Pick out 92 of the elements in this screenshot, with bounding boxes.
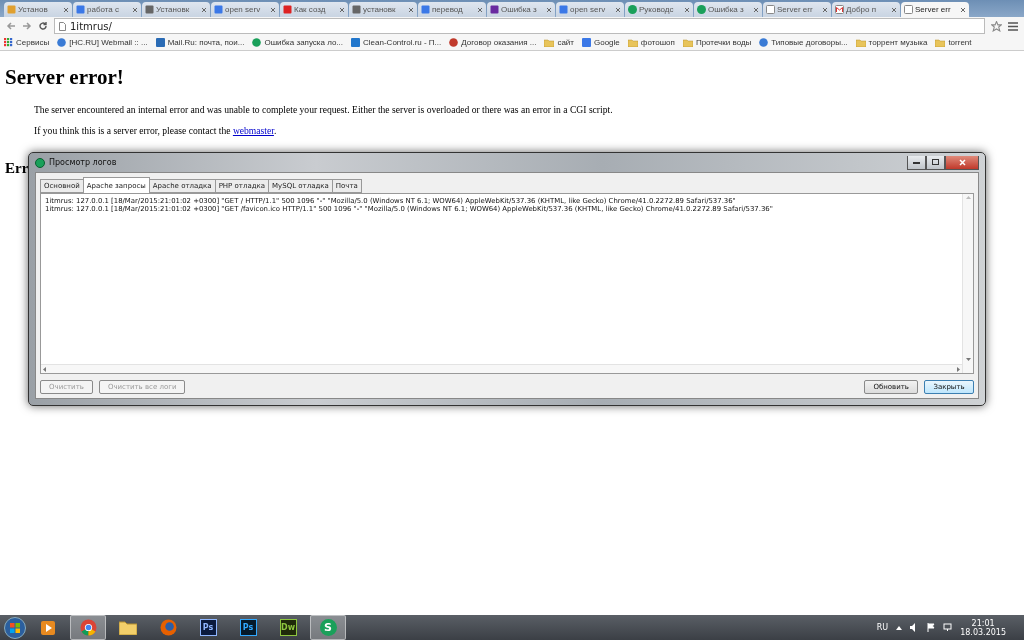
vertical-scrollbar[interactable] <box>962 194 973 373</box>
folder-icon <box>855 38 866 47</box>
browser-tab[interactable]: Ошибка з <box>694 2 762 17</box>
browser-tab[interactable]: перевод <box>418 2 486 17</box>
browser-tab[interactable]: open serv <box>211 2 279 17</box>
right-arrow-icon[interactable] <box>957 366 960 372</box>
clock[interactable]: 21:01 18.03.2015 <box>960 618 1006 637</box>
apps-icon <box>4 38 13 47</box>
close-icon[interactable] <box>201 6 207 13</box>
bookmark[interactable]: Договор оказания ... <box>449 38 537 47</box>
browser-tab[interactable]: Установ <box>4 2 72 17</box>
folder-icon <box>544 38 555 47</box>
caret-icon[interactable] <box>896 625 903 630</box>
flag-icon[interactable] <box>927 623 936 632</box>
bookmark[interactable]: Google <box>582 38 620 47</box>
folder-icon <box>682 38 693 47</box>
browser-tab[interactable]: Ошибка з <box>487 2 555 17</box>
close-icon[interactable] <box>960 6 966 13</box>
close-icon[interactable] <box>822 6 828 13</box>
close-icon[interactable] <box>615 6 621 13</box>
browser-tab[interactable]: open serv <box>556 2 624 17</box>
menu-icon[interactable] <box>1008 21 1018 31</box>
taskbar-button[interactable]: Ps <box>190 615 226 640</box>
taskbar-button[interactable]: Ps <box>230 615 266 640</box>
address-bar[interactable]: 1itmrus/ <box>54 18 985 34</box>
taskbar-button[interactable]: Dw <box>270 615 306 640</box>
browser-tab[interactable]: установк <box>349 2 417 17</box>
close-icon[interactable] <box>270 6 276 13</box>
bookmark[interactable]: [HC.RU] Webmail :: ... <box>57 38 148 47</box>
close-icon[interactable] <box>891 6 897 13</box>
star-icon[interactable] <box>991 20 1002 32</box>
bookmark[interactable]: фотошоп <box>627 38 675 47</box>
page-icon <box>904 5 913 14</box>
bookmark[interactable]: Mail.Ru: почта, пои... <box>155 38 245 47</box>
error-heading: Err <box>5 160 29 177</box>
bookmark[interactable]: Clean-Control.ru - П... <box>351 38 442 47</box>
maximize-icon <box>932 159 939 165</box>
page-icon <box>59 21 66 31</box>
webmaster-link[interactable]: webmaster <box>232 125 274 136</box>
photoshop-icon: Ps <box>199 619 217 636</box>
close-icon <box>958 158 966 166</box>
close-icon[interactable] <box>339 6 345 13</box>
dreamweaver-icon: Dw <box>279 619 297 636</box>
close-button[interactable] <box>945 155 979 170</box>
s-logo-icon: S <box>319 619 337 636</box>
network-icon[interactable] <box>943 623 953 632</box>
bookmark[interactable]: torrent <box>935 38 972 47</box>
page-heading: Server error! <box>5 65 125 90</box>
browser-tab[interactable]: Server err <box>901 2 969 17</box>
minimize-icon <box>913 160 920 164</box>
horizontal-scrollbar[interactable] <box>41 364 962 373</box>
bookmark[interactable]: Протечки воды <box>682 38 752 47</box>
left-arrow-icon[interactable] <box>43 366 46 372</box>
close-icon[interactable] <box>408 6 414 13</box>
close-icon[interactable] <box>684 6 690 13</box>
language-indicator[interactable]: RU <box>876 623 889 632</box>
media-player-icon <box>40 619 56 636</box>
minimize-button[interactable] <box>907 155 926 170</box>
page-icon <box>766 5 775 14</box>
square-logo-icon <box>283 5 292 14</box>
reload-icon[interactable] <box>38 21 48 31</box>
bookmark[interactable]: сайт <box>544 38 574 47</box>
error-message: The server encountered an internal error and was unable to complete your request. Either the server is overloaded or there was an error in a CGI script. <box>34 104 614 115</box>
bookmark[interactable]: Ошибка запуска ло... <box>252 38 344 47</box>
maximize-button[interactable] <box>926 155 945 170</box>
firefox-icon <box>159 619 177 636</box>
bookmark[interactable]: торрент музыка <box>855 38 928 47</box>
browser-tab[interactable]: Установк <box>142 2 210 17</box>
close-icon[interactable] <box>546 6 552 13</box>
start-button[interactable] <box>4 616 26 639</box>
photoshop-icon: Ps <box>239 619 257 636</box>
close-icon[interactable] <box>477 6 483 13</box>
browser-tab[interactable]: Как созд <box>280 2 348 17</box>
window-title: Просмотр логов <box>49 158 117 167</box>
close-icon[interactable] <box>132 6 138 13</box>
contact-message: If you think this is a server error, please contact the webmaster. <box>34 125 278 136</box>
folder-icon <box>935 38 946 47</box>
browser-tab[interactable]: Руководс <box>625 2 693 17</box>
chrome-icon <box>79 619 97 636</box>
close-icon[interactable] <box>753 6 759 13</box>
forward-icon[interactable] <box>22 21 32 31</box>
close-icon[interactable] <box>63 6 69 13</box>
back-icon[interactable] <box>6 21 16 31</box>
bookmark[interactable]: Типовые договоры... <box>759 38 848 47</box>
url-text: 1itmrus/ <box>70 20 112 32</box>
browser-tab[interactable]: Добро п <box>832 2 900 17</box>
folder-icon <box>627 38 638 47</box>
down-arrow-icon[interactable] <box>965 358 971 361</box>
browser-tab[interactable]: Server err <box>763 2 831 17</box>
folder-icon <box>119 620 137 635</box>
browser-tab[interactable]: работа с <box>73 2 141 17</box>
bookmark[interactable]: Сервисы <box>4 38 50 47</box>
